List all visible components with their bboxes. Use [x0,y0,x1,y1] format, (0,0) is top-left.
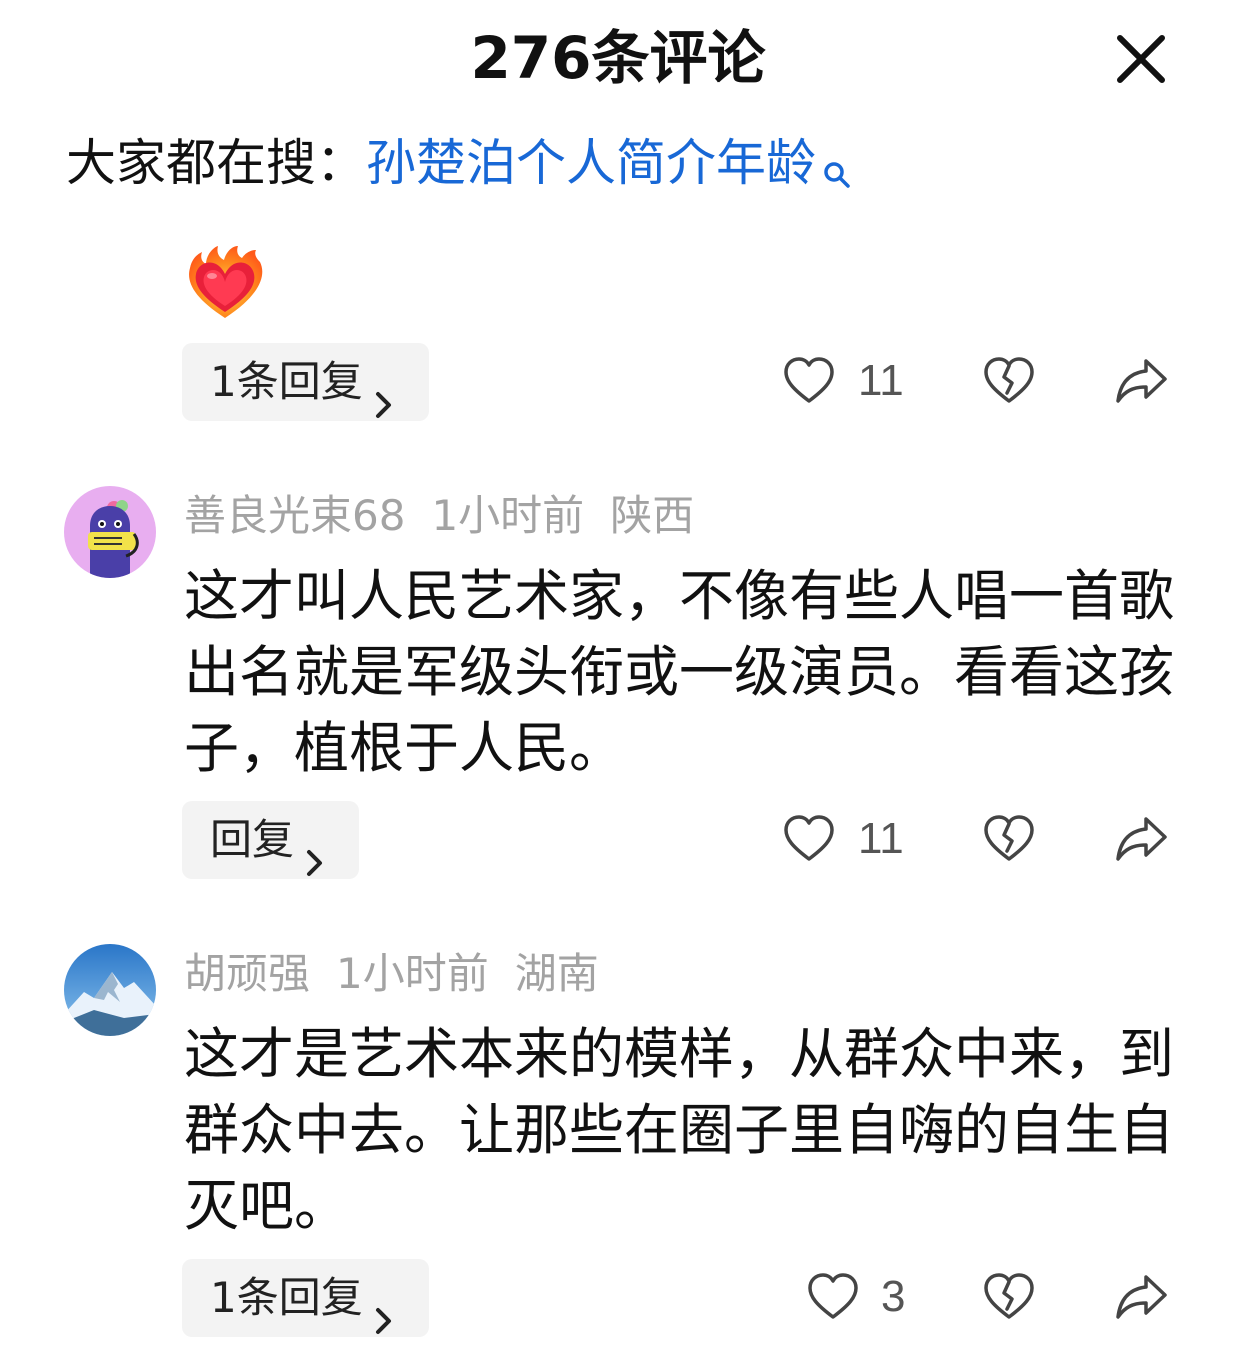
like-heart-icon[interactable] [781,811,837,867]
search-icon[interactable] [822,138,852,188]
dislike-broken-heart-icon[interactable] [981,811,1037,867]
dislike-broken-heart-icon[interactable] [981,1269,1037,1325]
share-icon[interactable] [1113,353,1169,409]
page-title: 276条评论 [470,24,766,92]
like-count: 11 [858,814,904,863]
comment-text: 这才叫人民艺术家，不像有些人唱一首歌出名就是军级头衔或一级演员。看看这孩子，植根… [184,564,1175,780]
heart-on-fire-emoji [184,244,266,320]
chevron-right-icon [373,1283,395,1334]
view-replies-label: 1条回复 [210,1273,363,1322]
view-replies-label: 1条回复 [210,357,363,406]
chevron-right-icon [373,367,395,418]
like-count: 3 [881,1272,906,1321]
comment-location: 湖南 [514,949,599,998]
comment-username[interactable]: 善良光束68 [184,491,405,540]
comment-meta: 善良光束68 1小时前 陕西 [184,488,720,544]
hot-search-term-link[interactable]: 孙楚泊个人简介年龄 [366,134,816,192]
avatar[interactable] [64,486,156,578]
dislike-broken-heart-icon[interactable] [981,353,1037,409]
view-replies-button[interactable]: 1条回复 [182,343,429,421]
reply-button[interactable]: 回复 [182,801,359,879]
like-heart-icon[interactable] [781,353,837,409]
comment-time: 1小时前 [431,491,585,540]
avatar[interactable] [64,944,156,1036]
reply-label: 回复 [210,815,295,864]
hot-search-prefix: 大家都在搜： [66,134,366,192]
view-replies-button[interactable]: 1条回复 [182,1259,429,1337]
like-heart-icon[interactable] [805,1269,861,1325]
share-icon[interactable] [1113,1269,1169,1325]
comment-username[interactable]: 胡顽强 [184,949,310,998]
like-count: 11 [858,356,904,405]
hot-search-bar: 大家都在搜：孙楚泊个人简介年龄 [66,128,852,198]
comment-time: 1小时前 [336,949,489,998]
chevron-right-icon [304,825,326,876]
share-icon[interactable] [1113,811,1169,867]
comment-meta: 胡顽强 1小时前 湖南 [184,946,625,1002]
comment-text: 这才是艺术本来的模样，从群众中来，到群众中去。让那些在圈子里自嗨的自生自灭吧。 [184,1022,1175,1238]
comment-location: 陕西 [610,491,695,540]
close-icon[interactable] [1112,30,1170,88]
